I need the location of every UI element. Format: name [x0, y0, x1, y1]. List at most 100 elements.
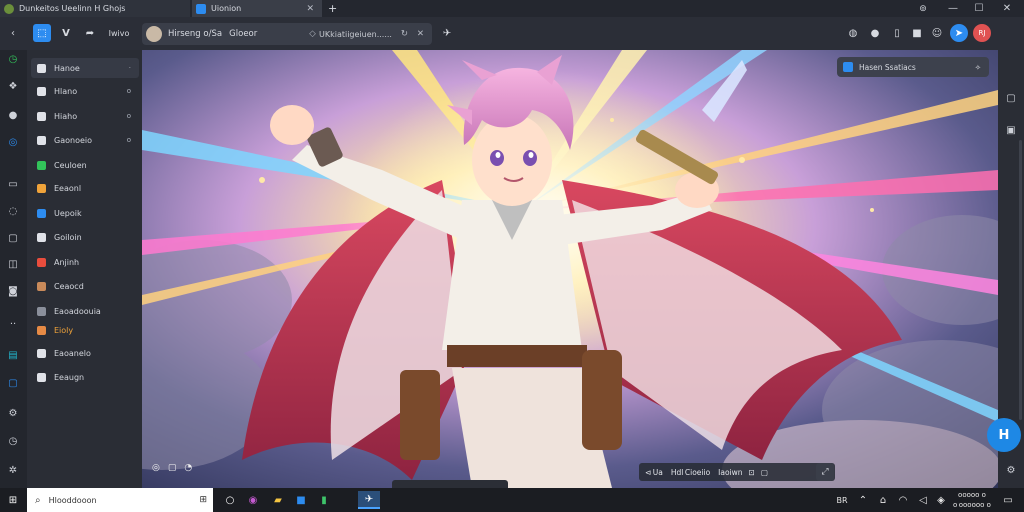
sidebar-item-ceuloen[interactable]: Ceuloen [31, 155, 139, 175]
user-badge[interactable]: RJ [973, 24, 991, 42]
sidebar-item-icon [37, 208, 46, 218]
volume-icon[interactable]: ◁ [915, 492, 931, 508]
sidebar-item-goiloin[interactable]: Goiloin [31, 227, 139, 247]
taskbar: ⊞ ⌕ Hlooddooon ⊞ ○ ◉ ▰ ■ ▮ ✈ BR ⌃ ⌂ ◠ ◁ … [0, 488, 1024, 512]
brand-icon[interactable]: V [57, 24, 75, 42]
close-window-button[interactable]: ✕ [994, 0, 1020, 17]
close-tab-icon[interactable]: ✕ [306, 4, 314, 14]
timer-icon[interactable]: ◔ [184, 463, 192, 473]
compass-icon[interactable]: ◎ [5, 134, 21, 150]
sidebar-item-eeaugn[interactable]: Eeaugn [31, 367, 139, 387]
sidebar-item-eeaonl[interactable]: Eeaonl [31, 178, 139, 198]
square-icon[interactable]: ▢ [168, 463, 177, 473]
sidebar-item-eaoanelo[interactable]: Eaoanelo [31, 343, 139, 363]
wifi-icon[interactable]: ◠ [895, 492, 911, 508]
bookmark-icon[interactable]: ▯ [888, 24, 906, 42]
github-icon[interactable]: ● [866, 24, 884, 42]
maximize-button[interactable]: ☐ [966, 0, 992, 17]
sidebar-item-anjinh[interactable]: Anjinh [31, 252, 139, 272]
window-icon[interactable]: ▢ [1003, 90, 1019, 106]
sidebar-toggle-icon[interactable]: ⬚ [33, 24, 51, 42]
start-icon[interactable]: ⊞ [5, 492, 21, 508]
sidebar-item-label: Gaonoeio [54, 135, 92, 145]
artwork-view: Hasen Ssatiacs ✧ ◎ ▢ ◔ ⊲ Ua Hdl Cioeiio … [142, 50, 998, 488]
send-icon[interactable]: ✈ [438, 24, 456, 42]
sidebar-item-ceaocd[interactable]: Ceaocd [31, 276, 139, 296]
target-icon[interactable]: ◎ [152, 463, 160, 473]
tab-title: Uionion [211, 4, 242, 13]
sidebar-item-icon [37, 183, 46, 193]
sidebar-item-icon [37, 281, 46, 291]
floating-action-button[interactable]: H [987, 418, 1021, 452]
fullscreen-icon[interactable]: ⊡ [749, 468, 755, 477]
sidebar-item-hanoe[interactable]: Hanoe · [31, 58, 139, 78]
media-control-bar[interactable]: ⊲ Ua Hdl Cioeiio Iaoiwn ⊡ ▢ [639, 463, 835, 481]
bar-text-3: Iaoiwn [718, 467, 743, 477]
sidebar-item-label: Hlano [54, 86, 78, 96]
folder-icon[interactable]: ▰ [270, 492, 286, 508]
share-icon[interactable]: ➦ [81, 24, 99, 42]
scroll-handle[interactable] [392, 480, 508, 488]
sidebar-item-icon [37, 111, 46, 121]
floating-panel[interactable]: Hasen Ssatiacs ✧ [837, 57, 989, 77]
github-icon[interactable]: ● [5, 107, 21, 123]
profile-label[interactable]: Iwivo [104, 24, 134, 42]
address-bar[interactable]: Hirseng o/Sa Gloeor ◇ UKkiatiigeiuen....… [142, 23, 432, 45]
pin-icon[interactable]: ✧ [975, 63, 981, 72]
sidebar-item-eaoadoouia[interactable]: Eaoadoouia [31, 301, 139, 321]
back-icon[interactable]: ‹ [5, 25, 21, 41]
chat-icon[interactable]: ◌ [5, 203, 21, 219]
clock-icon[interactable]: ◷ [5, 51, 21, 67]
history-icon[interactable]: ◷ [5, 433, 21, 449]
search-box[interactable]: ⌕ Hlooddooon ⊞ [27, 488, 213, 512]
store-icon[interactable]: ■ [293, 492, 309, 508]
sidebar-item-hiaho[interactable]: Hiaho o [31, 106, 139, 126]
package-icon[interactable]: ❖ [5, 78, 21, 94]
sound-icon[interactable]: ◍ [844, 24, 862, 42]
task-view-icon[interactable]: ⊞ [199, 495, 207, 505]
expand-icon[interactable]: ⤢ [816, 463, 834, 481]
sidebar-item-icon [37, 372, 46, 382]
sync-icon[interactable]: ⊚ [910, 0, 936, 17]
app-green-icon[interactable]: ▮ [316, 492, 332, 508]
notification-icon[interactable]: ▭ [1000, 492, 1016, 508]
close-icon[interactable]: ✕ [417, 29, 424, 39]
minimize-button[interactable]: — [940, 0, 966, 17]
panel-icon [843, 62, 853, 72]
sidebar-item-marker: o [126, 136, 131, 144]
clock[interactable]: ooooo o o oooooo o [952, 490, 992, 510]
sidebar-item-eioly[interactable]: Eioly [31, 320, 139, 340]
tab-active[interactable]: Dunkeitos Ueelinn H Ghojs [0, 0, 190, 17]
sidebar-item-label: Ceaocd [54, 281, 84, 291]
tab-title: Dunkeitos Ueelinn H Ghojs [19, 4, 126, 13]
gallery-icon[interactable]: ▣ [1003, 122, 1019, 138]
sidebar-item-gaonoeio[interactable]: Gaonoeio o [31, 130, 139, 150]
capture-icon[interactable]: ◫ [5, 256, 21, 272]
emoji-icon[interactable]: ☺ [928, 24, 946, 42]
notion-icon[interactable]: ◙ [5, 283, 21, 299]
sidebar-item-label: Ceuloen [54, 160, 87, 170]
scrollbar[interactable] [1019, 140, 1022, 420]
settings-icon[interactable]: ⚙ [5, 405, 21, 421]
app-icon[interactable]: ◉ [245, 492, 261, 508]
telegram-icon[interactable]: ➤ [950, 24, 968, 42]
browser-taskbar-icon[interactable]: ✈ [358, 491, 380, 509]
gear-icon[interactable]: ✲ [5, 462, 21, 478]
frame-icon[interactable]: ▢ [5, 375, 21, 391]
settings-icon[interactable]: ⚙ [1003, 462, 1019, 478]
chevron-up-icon[interactable]: ⌃ [855, 492, 871, 508]
notes-icon[interactable]: ▤ [5, 347, 21, 363]
sidebar-item-uepoik[interactable]: Uepoik [31, 203, 139, 223]
screen-icon[interactable]: ▭ [5, 176, 21, 192]
cortana-icon[interactable]: ○ [222, 492, 238, 508]
more-icon[interactable]: ▢ [761, 468, 768, 477]
sidebar-item-hlano[interactable]: Hlano o [31, 81, 139, 101]
document-icon[interactable]: ▢ [5, 230, 21, 246]
network-icon[interactable]: ⌂ [875, 492, 891, 508]
new-tab-button[interactable]: + [324, 0, 342, 17]
tab-inactive[interactable]: Uionion ✕ [192, 0, 322, 17]
language-icon[interactable]: ◈ [933, 492, 949, 508]
more-icon[interactable]: ·· [5, 316, 21, 332]
camera-icon[interactable]: ■ [908, 24, 926, 42]
reload-icon[interactable]: ↻ [401, 29, 408, 39]
